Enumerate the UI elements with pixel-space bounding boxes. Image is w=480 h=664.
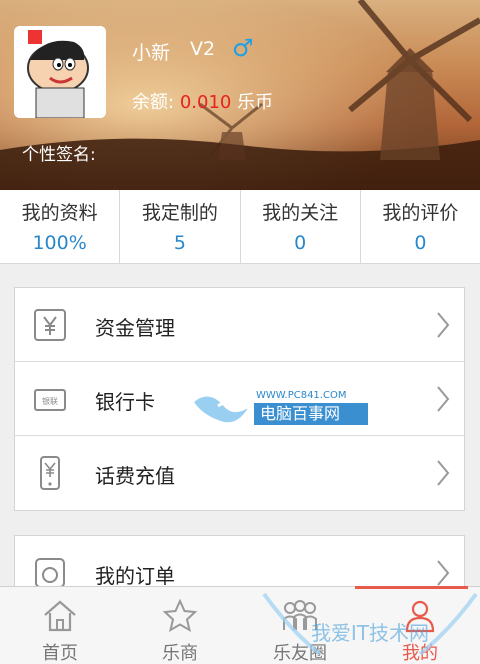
avatar[interactable]: [14, 26, 106, 118]
menu-item-fund-management[interactable]: 资金管理: [15, 288, 464, 362]
menu-label: 我的订单: [95, 564, 175, 588]
signature-label[interactable]: 个性签名:: [22, 140, 96, 165]
tab-label: 首页: [42, 643, 78, 664]
watermark-url: WWW.PC841.COM: [256, 390, 347, 401]
watermark-bottom-text: 我爱IT技术网: [311, 621, 429, 645]
chevron-right-icon: [437, 386, 450, 412]
menu-label: 银行卡: [95, 390, 155, 414]
balance-amount: 0.010: [179, 92, 232, 113]
stat-following[interactable]: 我的关注 0: [241, 190, 361, 263]
chevron-right-icon: [437, 560, 450, 586]
balance-label: 余额:: [132, 92, 175, 113]
stat-value: 100%: [32, 232, 87, 254]
stat-value: 5: [173, 232, 186, 254]
chevron-right-icon: [437, 312, 450, 338]
menu-label: 资金管理: [95, 316, 175, 340]
balance: 余额: 0.010 乐币: [132, 88, 273, 114]
chevron-right-icon: [437, 460, 450, 486]
active-tab-indicator: [355, 586, 468, 589]
stats-bar: 我的资料 100% 我定制的 5 我的关注 0 我的评价 0: [0, 190, 480, 264]
stat-label: 我的关注: [262, 202, 339, 224]
male-icon: ♂: [232, 34, 254, 62]
balance-unit: 乐币: [237, 92, 274, 113]
phone-recharge-icon: [33, 456, 67, 490]
stat-label: 我定制的: [141, 202, 218, 224]
yen-icon: [33, 308, 67, 342]
tab-home[interactable]: 首页: [0, 587, 120, 664]
watermark-bottom-logo: 我爱IT技术网: [262, 592, 478, 656]
vip-level: V2: [190, 38, 216, 60]
star-icon: [162, 599, 198, 633]
tab-label: 乐商: [162, 643, 198, 664]
profile-header: 小新 V2 ♂ 余额: 0.010 乐币 个性签名:: [0, 0, 480, 190]
menu-item-phone-recharge[interactable]: 话费充值: [15, 436, 464, 510]
stat-reviews[interactable]: 我的评价 0: [361, 190, 480, 263]
stat-label: 我的评价: [382, 202, 459, 224]
watermark-text: 电脑百事网: [254, 403, 368, 425]
stat-customized[interactable]: 我定制的 5: [120, 190, 241, 263]
tab-merchant[interactable]: 乐商: [120, 587, 240, 664]
bank-card-icon-text: 银联: [42, 396, 58, 406]
order-icon: [33, 556, 67, 590]
username: 小新: [132, 42, 171, 64]
stat-value: 0: [414, 232, 427, 254]
menu-label: 话费充值: [95, 464, 175, 488]
cartoon-avatar-image: [14, 26, 106, 118]
stat-profile[interactable]: 我的资料 100%: [0, 190, 121, 263]
bank-card-icon: 银联: [33, 382, 67, 416]
stat-value: 0: [294, 232, 307, 254]
stat-label: 我的资料: [21, 202, 98, 224]
home-icon: [44, 600, 76, 632]
